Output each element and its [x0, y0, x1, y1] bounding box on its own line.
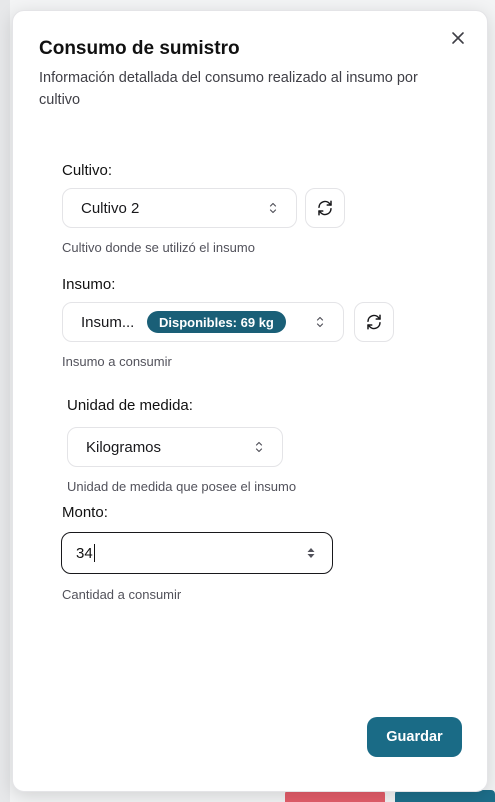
- refresh-icon: [318, 200, 332, 216]
- text-caret: [93, 544, 95, 562]
- chevron-updown-icon: [269, 202, 277, 214]
- stepper-icon[interactable]: [306, 545, 316, 561]
- cultivo-select[interactable]: Cultivo 2: [62, 188, 297, 228]
- unidad-hint: Unidad de medida que posee el insumo: [67, 479, 297, 494]
- disponibles-badge: Disponibles: 69 kg: [147, 311, 286, 333]
- insumo-select[interactable]: Insum... Disponibles: 69 kg: [62, 302, 344, 342]
- monto-label: Monto:: [62, 504, 108, 521]
- refresh-icon: [367, 314, 381, 330]
- insumo-select-value: Insum...: [81, 313, 135, 331]
- cultivo-refresh-button[interactable]: [305, 188, 345, 228]
- close-icon: [452, 32, 464, 44]
- backdrop: [0, 0, 10, 802]
- monto-hint: Cantidad a consumir: [62, 587, 182, 602]
- save-button[interactable]: Guardar: [367, 717, 462, 757]
- chevron-updown-icon: [255, 441, 263, 453]
- monto-input-value: 34: [76, 544, 93, 562]
- unidad-label: Unidad de medida:: [67, 397, 193, 414]
- insumo-hint: Insumo a consumir: [62, 354, 172, 369]
- cultivo-label: Cultivo:: [62, 162, 113, 179]
- unidad-select-value: Kilogramos: [86, 438, 162, 456]
- unidad-select[interactable]: Kilogramos: [67, 427, 283, 467]
- close-button[interactable]: [447, 27, 469, 49]
- cultivo-hint: Cultivo donde se utilizó el insumo: [62, 240, 255, 255]
- chevron-updown-icon: [316, 316, 324, 328]
- monto-input[interactable]: 34: [61, 532, 333, 574]
- insumo-label: Insumo:: [62, 276, 116, 293]
- consumo-dialog: Consumo de sumistro Información detallad…: [12, 10, 488, 792]
- cultivo-select-value: Cultivo 2: [81, 199, 140, 217]
- dialog-title: Consumo de sumistro: [39, 38, 240, 59]
- insumo-refresh-button[interactable]: [354, 302, 394, 342]
- dialog-subtitle: Información detallada del consumo realiz…: [39, 70, 418, 108]
